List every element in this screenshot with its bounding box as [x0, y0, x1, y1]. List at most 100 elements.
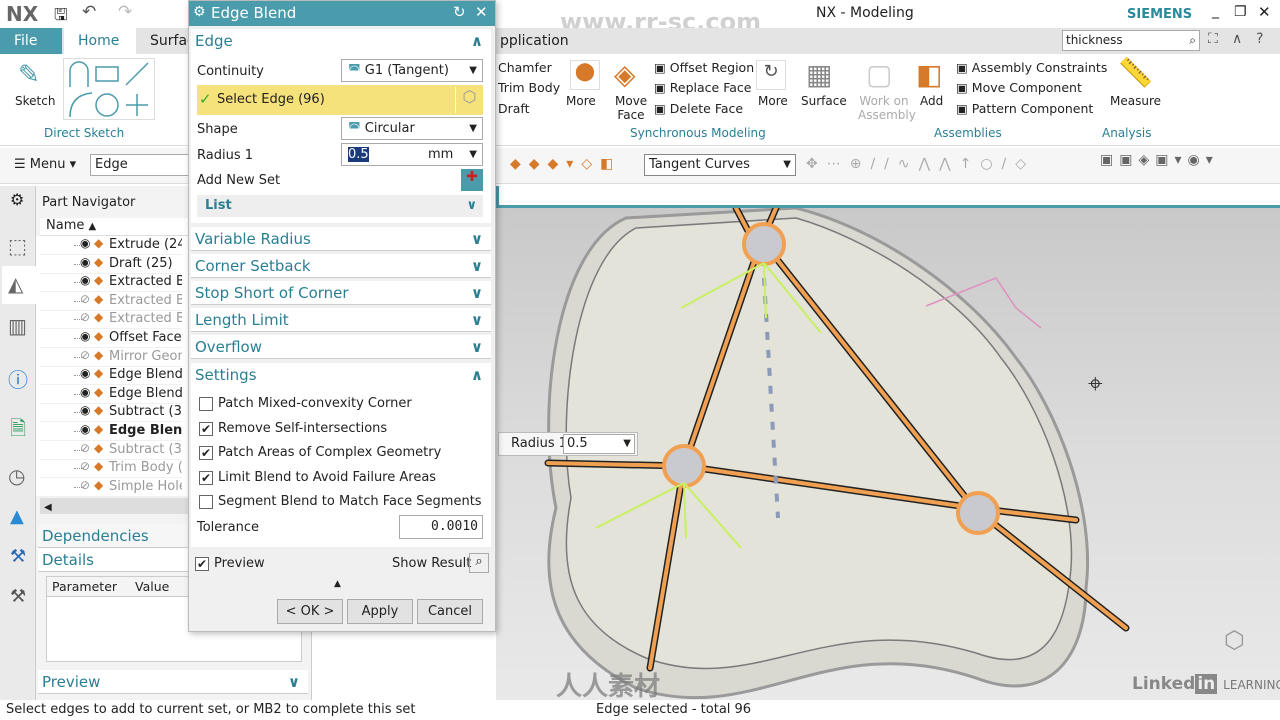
- name-column-header[interactable]: Name ▲: [40, 218, 188, 236]
- feature-tree-item[interactable]: ⊘ ◆ Trim Body (3: [40, 459, 182, 479]
- setting-checkbox[interactable]: ✔: [199, 446, 213, 460]
- feature-tree-item[interactable]: ◉ ◆ Draft (25): [40, 255, 182, 274]
- surface-icon[interactable]: ▦: [806, 58, 832, 91]
- section-settings[interactable]: Settings ∧: [191, 363, 491, 387]
- feature-tree-item[interactable]: ⊘ ◆ Mirror Geome: [40, 348, 182, 367]
- feature-tree-item[interactable]: ◉ ◆ Edge Blend (: [40, 366, 182, 386]
- redo-icon[interactable]: ↷: [118, 2, 132, 22]
- analysis-group[interactable]: Analysis: [1102, 126, 1151, 140]
- trim-body-button[interactable]: Trim Body: [498, 80, 560, 95]
- reuse-library-icon[interactable]: ▥: [8, 314, 27, 338]
- chamfer-button[interactable]: Chamfer: [498, 60, 552, 75]
- setting-checkbox[interactable]: [199, 495, 213, 509]
- feature-tree-item[interactable]: ⊘ ◆ Simple Hole (: [40, 478, 182, 497]
- section-overflow[interactable]: Overflow ∨: [191, 335, 491, 359]
- tolerance-input[interactable]: 0.0010: [399, 515, 483, 539]
- visible-eye-icon[interactable]: ◉: [80, 385, 90, 399]
- add-component-icon[interactable]: ◧: [916, 58, 942, 91]
- delete-face-button[interactable]: ▣ Delete Face: [654, 101, 743, 116]
- setting-checkbox[interactable]: ✔: [199, 421, 213, 436]
- move-face-button[interactable]: Move Face: [615, 94, 647, 122]
- show-result-magnifier-icon[interactable]: ⌕: [469, 553, 489, 573]
- minimize-button[interactable]: _: [1212, 3, 1219, 19]
- feature-tree-item[interactable]: ⊘ ◆ Subtract (35: [40, 441, 182, 460]
- section-stop-short-of-corner[interactable]: Stop Short of Corner ∨: [191, 281, 491, 305]
- section-length-limit[interactable]: Length Limit ∨: [191, 308, 491, 332]
- part-navigator-tab[interactable]: ◭: [2, 266, 36, 304]
- list-expander[interactable]: List ∨: [197, 195, 483, 217]
- dialog-close-icon[interactable]: ✕: [475, 3, 488, 21]
- feature-tree-item[interactable]: ◉ ◆ Edge Blend (: [40, 385, 182, 404]
- section-corner-setback[interactable]: Corner Setback ∨: [191, 254, 491, 278]
- measure-icon[interactable]: 📏: [1118, 56, 1153, 89]
- horizontal-scrollbar[interactable]: ◀: [40, 498, 188, 514]
- setting-checkbox[interactable]: [199, 397, 213, 411]
- search-icon[interactable]: ⌕: [1189, 31, 1196, 50]
- curve-rule-select[interactable]: Tangent Curves ▼: [644, 154, 796, 176]
- snap-point-icons[interactable]: ✥⋯⊕∕∕∿⋀⋀↑○∕◇: [806, 156, 1035, 172]
- surface-button[interactable]: Surface: [801, 94, 847, 108]
- radius-1-input[interactable]: 0.5 mm ▼: [341, 143, 483, 166]
- sketch-button[interactable]: Sketch: [15, 94, 55, 108]
- sketch-curve-gallery[interactable]: [63, 58, 155, 120]
- tools-icon[interactable]: ⚒: [10, 586, 26, 607]
- help-icon[interactable]: ?: [1256, 31, 1263, 47]
- measure-button[interactable]: Measure: [1110, 94, 1161, 108]
- sketch-icon[interactable]: ✎: [18, 60, 40, 90]
- preview-panel-header[interactable]: Preview ∨: [38, 670, 308, 694]
- web-browser-icon[interactable]: 🗎: [10, 414, 26, 448]
- shape-select[interactable]: ◚ Circular ▼: [341, 117, 483, 140]
- dialog-title-bar[interactable]: ⚙ Edge Blend ↻ ✕: [189, 1, 495, 26]
- menu-button[interactable]: ☰ Menu ▾: [14, 157, 76, 172]
- tab-application[interactable]: pplication: [486, 28, 583, 54]
- graphics-viewport[interactable]: ⌖ Radius 1 0.5 ▼ 人人素材 ⬡ Linked in LEARNING: [496, 204, 1280, 702]
- pattern-component-button[interactable]: ▣ Pattern Component: [956, 101, 1093, 116]
- move-face-icon[interactable]: ◈: [614, 58, 636, 91]
- offset-region-button[interactable]: ▣ Offset Region: [654, 60, 754, 75]
- continuity-select[interactable]: ◚ G1 (Tangent) ▼: [341, 59, 483, 82]
- undo-icon[interactable]: ↶: [82, 2, 96, 22]
- hidden-eye-icon[interactable]: ⊘: [80, 310, 90, 324]
- more-features-button[interactable]: More: [566, 94, 596, 108]
- visible-eye-icon[interactable]: ◉: [80, 255, 90, 269]
- command-search-input[interactable]: thickness ⌕: [1062, 30, 1200, 51]
- restore-button[interactable]: ❐: [1234, 4, 1247, 20]
- visible-eye-icon[interactable]: ◉: [80, 403, 90, 417]
- view-tools-icons[interactable]: ▣▣◈▣▾◉▾: [1100, 152, 1219, 168]
- selection-tools-icons[interactable]: ◆◆◆▾◇◧: [510, 156, 621, 172]
- scroll-left-icon[interactable]: ◀: [44, 502, 52, 513]
- more-sync-button[interactable]: More: [758, 94, 788, 108]
- draft-button[interactable]: Draft: [498, 101, 530, 116]
- roles-icon[interactable]: ⚒: [10, 546, 26, 567]
- section-variable-radius[interactable]: Variable Radius ∨: [191, 227, 491, 251]
- visible-eye-icon[interactable]: ◉: [80, 422, 90, 436]
- visible-eye-icon[interactable]: ◉: [80, 236, 90, 250]
- save-icon[interactable]: 🖫: [54, 4, 68, 31]
- select-edge-row[interactable]: ✓ Select Edge (96) ⬡: [197, 85, 483, 115]
- visible-eye-icon[interactable]: ◉: [80, 366, 90, 380]
- feature-tree-item[interactable]: ◉ ◆ Offset Face (: [40, 329, 182, 348]
- onscreen-radius-input[interactable]: Radius 1 0.5 ▼: [498, 432, 638, 456]
- hidden-eye-icon[interactable]: ⊘: [80, 348, 90, 362]
- settings-gear-icon[interactable]: ⚙: [10, 190, 24, 209]
- assembly-navigator-icon[interactable]: ⬚: [8, 234, 27, 258]
- feature-tree-item[interactable]: ◉ ◆ Extracted Bo: [40, 273, 182, 293]
- more-features-icon[interactable]: ⬤: [570, 60, 600, 90]
- feature-tree-item[interactable]: ◉ ◆ Edge Blend: [40, 422, 182, 441]
- info-icon[interactable]: ⓘ: [8, 364, 28, 393]
- edge-section-header[interactable]: Edge ∧: [191, 29, 491, 53]
- cancel-button[interactable]: Cancel: [417, 599, 483, 624]
- collapse-ribbon-icon[interactable]: ∧: [1232, 31, 1242, 47]
- collapse-arrow-icon[interactable]: ▲: [334, 579, 341, 589]
- feature-tree-item[interactable]: ◉ ◆ Subtract (33: [40, 403, 182, 423]
- setting-checkbox[interactable]: ✔: [199, 470, 213, 485]
- visible-eye-icon[interactable]: ◉: [80, 273, 90, 287]
- add-component-button[interactable]: Add: [920, 94, 943, 108]
- dialog-gear-icon[interactable]: ⚙: [193, 4, 206, 20]
- ok-button[interactable]: < OK >: [277, 599, 343, 624]
- type-filter-select[interactable]: Edge: [90, 154, 200, 176]
- preview-checkbox[interactable]: ✔: [195, 557, 209, 571]
- add-new-set-button[interactable]: ✚: [461, 169, 483, 191]
- value-column-header[interactable]: Value: [135, 579, 169, 594]
- refresh-icon[interactable]: ↻: [756, 60, 786, 90]
